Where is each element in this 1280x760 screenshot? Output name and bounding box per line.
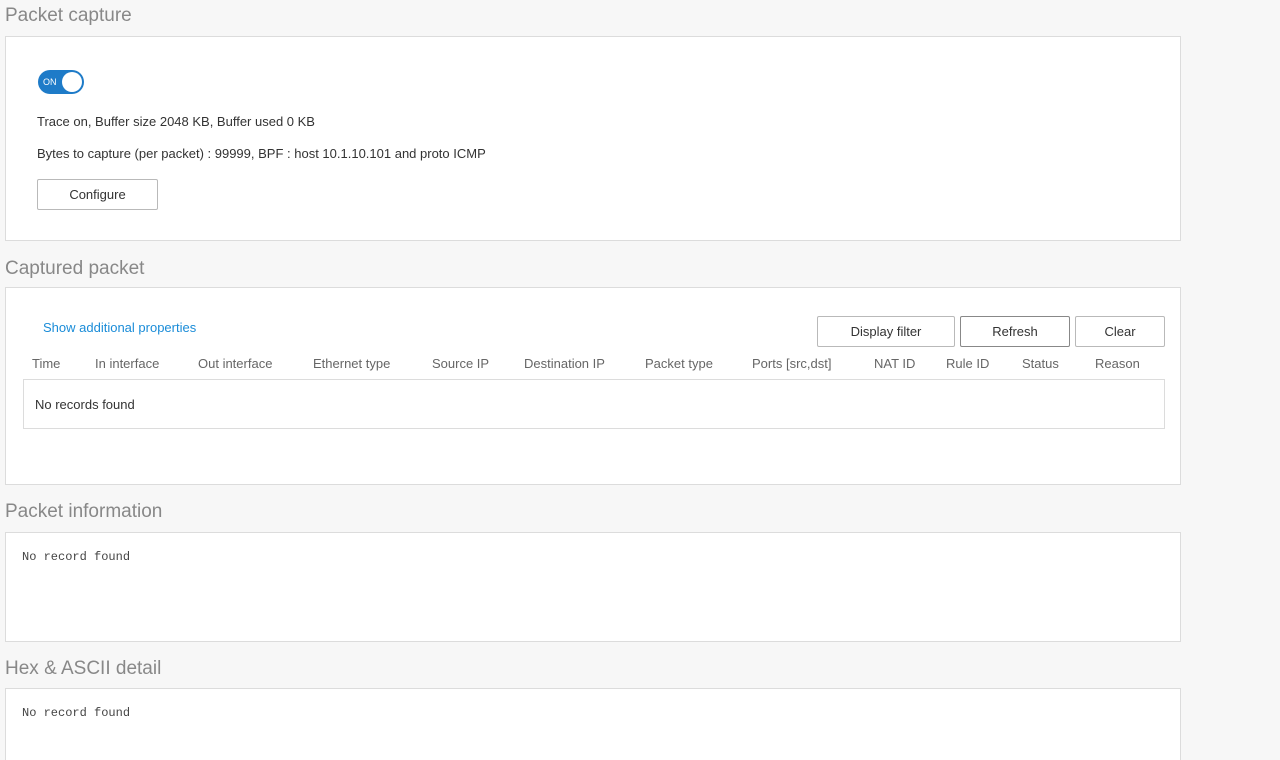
clear-button[interactable]: Clear <box>1075 316 1165 347</box>
column-header-in-interface[interactable]: In interface <box>95 356 159 372</box>
display-filter-button[interactable]: Display filter <box>817 316 955 347</box>
column-header-source-ip[interactable]: Source IP <box>432 356 489 372</box>
column-header-rule-id[interactable]: Rule ID <box>946 356 989 372</box>
hex-ascii-detail-title: Hex & ASCII detail <box>5 658 162 679</box>
captured-packet-title: Captured packet <box>5 258 145 279</box>
packet-capture-card: ON Trace on, Buffer size 2048 KB, Buffer… <box>5 36 1181 241</box>
packet-capture-page: Packet capture ON Trace on, Buffer size … <box>0 0 1280 760</box>
no-records-message: No records found <box>35 397 135 412</box>
packet-capture-title: Packet capture <box>5 5 132 26</box>
captured-packets-table: No records found <box>23 379 1165 429</box>
capture-settings-text: Bytes to capture (per packet) : 99999, B… <box>37 146 486 161</box>
column-header-packet-type[interactable]: Packet type <box>645 356 713 372</box>
packet-information-title: Packet information <box>5 501 163 522</box>
configure-button[interactable]: Configure <box>37 179 158 210</box>
trace-status-text: Trace on, Buffer size 2048 KB, Buffer us… <box>37 114 315 129</box>
show-additional-properties-link[interactable]: Show additional properties <box>43 320 196 336</box>
toggle-label: ON <box>43 77 57 87</box>
hex-ascii-empty-message: No record found <box>22 706 131 720</box>
refresh-button[interactable]: Refresh <box>960 316 1070 347</box>
toggle-knob <box>62 72 82 92</box>
captured-packet-card: Show additional properties Display filte… <box>5 287 1181 485</box>
trace-toggle[interactable]: ON <box>38 70 84 94</box>
column-header-time[interactable]: Time <box>32 356 60 372</box>
hex-ascii-detail-card: No record found <box>5 688 1181 760</box>
column-header-destination-ip[interactable]: Destination IP <box>524 356 605 372</box>
column-header-ethernet-type[interactable]: Ethernet type <box>313 356 390 372</box>
column-header-out-interface[interactable]: Out interface <box>198 356 272 372</box>
packet-information-card: No record found <box>5 532 1181 642</box>
packet-information-empty-message: No record found <box>22 550 131 564</box>
column-header-status[interactable]: Status <box>1022 356 1059 372</box>
column-header-nat-id[interactable]: NAT ID <box>874 356 915 372</box>
column-header-reason[interactable]: Reason <box>1095 356 1140 372</box>
column-header-ports[interactable]: Ports [src,dst] <box>752 356 831 372</box>
